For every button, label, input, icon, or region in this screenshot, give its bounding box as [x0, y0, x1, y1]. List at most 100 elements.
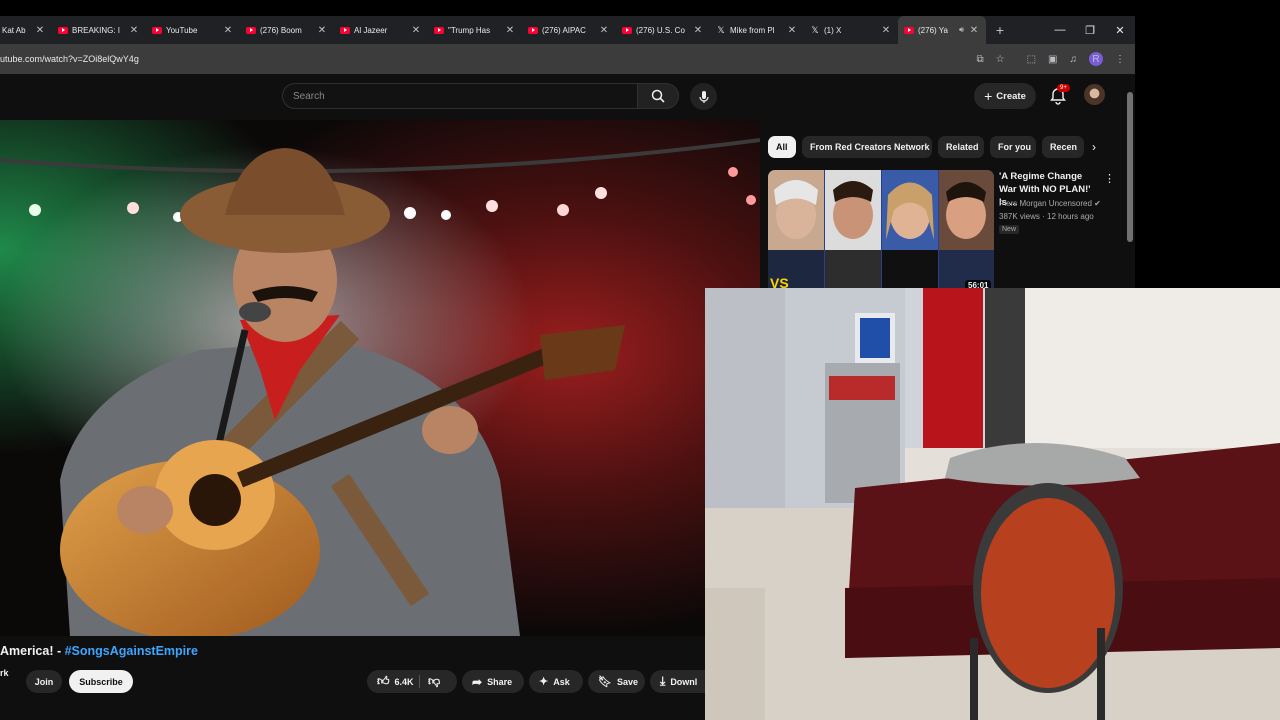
join-button[interactable]: Join: [26, 670, 62, 693]
ask-label: Ask: [553, 676, 570, 687]
save-label: Save: [616, 676, 638, 687]
thumbs-up-icon: 👍︎: [377, 674, 390, 688]
video-player[interactable]: [0, 120, 760, 636]
recommendation-meta: 387K views · 12 hours ago: [999, 212, 1094, 221]
youtube-icon: [152, 26, 162, 34]
create-button[interactable]: + Create: [974, 83, 1036, 109]
search-input[interactable]: Search: [282, 83, 638, 109]
tab-0[interactable]: Kat Ab ✕: [0, 16, 52, 44]
filter-chips: All From Red Creators Network Related Fo…: [768, 136, 1108, 158]
tab-1[interactable]: BREAKING: I ✕: [52, 16, 146, 44]
tab-6-label: (276) AIPAC: [542, 25, 586, 35]
scrollbar[interactable]: [1127, 92, 1133, 242]
x-icon: 𝕏: [717, 25, 725, 35]
tab-2-label: YouTube: [166, 25, 198, 35]
close-icon[interactable]: ✕: [316, 25, 328, 36]
close-window-icon[interactable]: ✕: [1105, 24, 1135, 37]
notification-badge: 9+: [1057, 84, 1070, 92]
webcam-frame: [705, 288, 1280, 720]
chevron-right-icon[interactable]: ›: [1092, 140, 1096, 154]
close-icon[interactable]: ✕: [410, 25, 422, 36]
bookmark-star-icon[interactable]: ☆: [996, 54, 1005, 65]
tab-8[interactable]: 𝕏 Mike from Pl ✕: [710, 16, 804, 44]
channel-name[interactable]: rk: [0, 668, 9, 678]
recommendation-thumbnail[interactable]: VS 56:01: [768, 170, 994, 297]
tab-4[interactable]: Al Jazeer ✕: [334, 16, 428, 44]
tab-2[interactable]: YouTube ✕: [146, 16, 240, 44]
tab-3[interactable]: (276) Boom ✕: [240, 16, 334, 44]
close-icon[interactable]: ✕: [128, 25, 140, 36]
restore-icon[interactable]: ❐: [1075, 24, 1105, 37]
tab-1-label: BREAKING: I: [72, 25, 121, 35]
tab-7-label: (276) U.S. Co: [636, 25, 685, 35]
ask-button[interactable]: ✦ Ask: [529, 670, 583, 693]
new-tab-icon[interactable]: +: [990, 22, 1010, 38]
share-icon: ➦: [472, 674, 483, 689]
save-button[interactable]: 🔖︎ Save: [588, 670, 645, 693]
youtube-header: Search + Create: [0, 74, 1135, 120]
tab-6[interactable]: (276) AIPAC ✕: [522, 16, 616, 44]
youtube-icon: [904, 26, 914, 34]
sidepanel-icon[interactable]: ▣: [1048, 54, 1057, 65]
more-options-icon[interactable]: ⋮: [1104, 172, 1115, 185]
tab-9-label: (1) X: [824, 25, 842, 35]
tab-0-label: Kat Ab: [2, 25, 26, 35]
close-icon[interactable]: ✕: [222, 25, 234, 36]
url-field[interactable]: utube.com/watch?v=ZOi8elQwY4g: [0, 54, 976, 64]
profile-avatar[interactable]: R: [1089, 52, 1103, 66]
dislike-button[interactable]: 👎︎: [420, 670, 457, 693]
youtube-icon: [58, 26, 68, 34]
sparkle-icon: ✦: [539, 676, 549, 688]
youtube-icon: [340, 26, 350, 34]
youtube-icon: [622, 26, 632, 34]
tab-10-label: (276) Ya: [918, 25, 948, 35]
close-icon[interactable]: ✕: [692, 25, 704, 36]
share-label: Share: [487, 676, 513, 687]
chip-related[interactable]: Related: [938, 136, 984, 158]
download-icon: ⤓: [660, 674, 666, 688]
tab-10-active[interactable]: (276) Ya 🔊︎ ✕: [898, 16, 986, 44]
extensions-icon[interactable]: ⬚: [1027, 54, 1036, 65]
speaker-icon[interactable]: 🔊︎: [959, 25, 964, 35]
like-button[interactable]: 👍︎ 6.4K: [367, 670, 420, 693]
close-icon[interactable]: ✕: [786, 25, 798, 36]
tab-9[interactable]: 𝕏 (1) X ✕: [804, 16, 898, 44]
like-count: 6.4K: [394, 676, 414, 687]
tab-5[interactable]: "Trump Has ✕: [428, 16, 522, 44]
close-icon[interactable]: ✕: [504, 25, 516, 36]
bookmark-icon: 🔖︎: [598, 676, 612, 688]
media-icon[interactable]: ♫: [1070, 54, 1078, 65]
chip-all[interactable]: All: [768, 136, 796, 158]
webcam-overlay: [705, 288, 1280, 720]
chip-red-creators[interactable]: From Red Creators Network: [802, 136, 932, 158]
tab-3-label: (276) Boom: [260, 25, 302, 35]
hashtag-link[interactable]: #SongsAgainstEmpire: [65, 644, 198, 658]
search-icon: [651, 89, 665, 103]
menu-dots-icon[interactable]: ⋮: [1115, 54, 1125, 65]
chip-recent[interactable]: Recen: [1042, 136, 1084, 158]
address-bar-icons: ⧉ ☆ ⬚ ▣ ♫ R ⋮: [976, 52, 1135, 66]
screen: Kat Ab ✕ BREAKING: I ✕ YouTube ✕ (276) B…: [0, 0, 1280, 720]
voice-search-button[interactable]: [690, 83, 717, 110]
subscribe-button[interactable]: Subscribe: [69, 670, 133, 693]
recommendation-channel[interactable]: Piers Morgan Uncensored ✔︎: [999, 199, 1101, 208]
recommendation-item[interactable]: VS 56:01 'A Regime Change War With NO PL…: [768, 170, 1115, 300]
share-button[interactable]: ➦ Share: [462, 670, 524, 693]
account-avatar[interactable]: [1084, 84, 1105, 105]
close-icon[interactable]: ✕: [598, 25, 610, 36]
video-frame: [0, 120, 760, 636]
close-icon[interactable]: ✕: [880, 25, 892, 36]
thumbnail-image: VS: [768, 170, 994, 297]
search-button[interactable]: [637, 83, 679, 109]
close-icon[interactable]: ✕: [34, 25, 46, 36]
cast-icon[interactable]: ⧉: [976, 54, 983, 65]
tab-bar: Kat Ab ✕ BREAKING: I ✕ YouTube ✕ (276) B…: [0, 16, 1135, 44]
verified-icon: ✔︎: [1094, 199, 1101, 208]
youtube-icon: [246, 26, 256, 34]
minimize-icon[interactable]: —: [1045, 24, 1075, 36]
download-label: Downl: [670, 676, 698, 687]
microphone-icon: [698, 90, 709, 103]
close-icon[interactable]: ✕: [968, 25, 980, 36]
chip-for-you[interactable]: For you: [990, 136, 1036, 158]
tab-7[interactable]: (276) U.S. Co ✕: [616, 16, 710, 44]
